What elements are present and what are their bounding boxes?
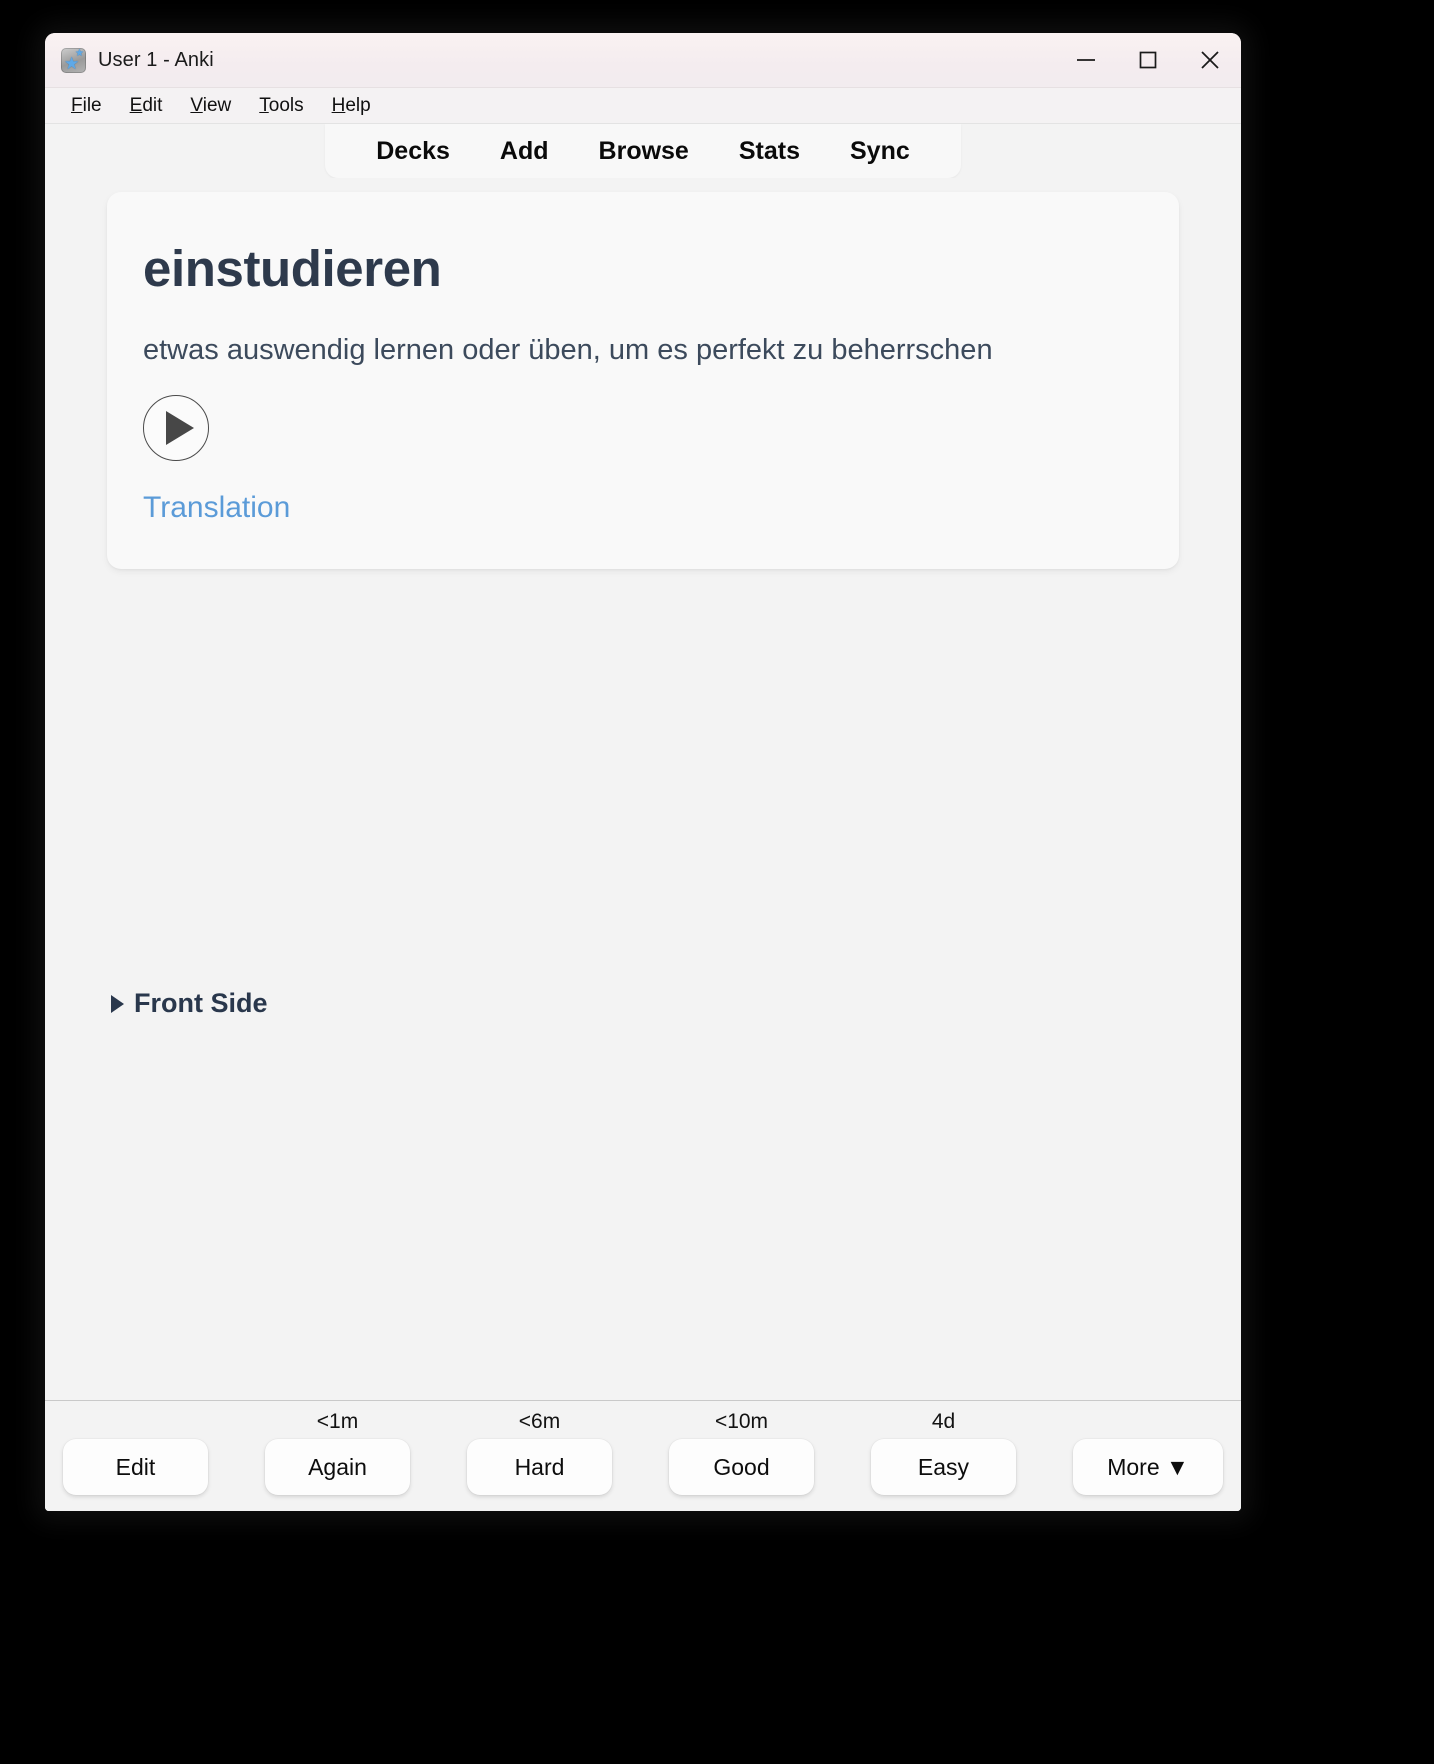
play-row bbox=[143, 395, 1143, 462]
window-titlebar: ★ ★ User 1 - Anki bbox=[45, 33, 1241, 88]
menu-item-file[interactable]: File bbox=[59, 92, 114, 120]
titlebar-left: ★ ★ User 1 - Anki bbox=[45, 47, 1055, 73]
menu-help-rest: elp bbox=[345, 94, 371, 116]
easy-button[interactable]: Easy bbox=[871, 1439, 1016, 1496]
menu-view-accel: V bbox=[190, 94, 203, 116]
translation-link[interactable]: Translation bbox=[143, 491, 290, 525]
menu-item-tools[interactable]: Tools bbox=[247, 92, 315, 120]
desktop-backdrop: ★ ★ User 1 - Anki File Edit View Tools H… bbox=[0, 0, 1434, 1764]
anki-star-big-icon: ★ bbox=[64, 53, 80, 73]
main-toolbar: Decks Add Browse Stats Sync bbox=[325, 124, 961, 178]
menu-item-view[interactable]: View bbox=[178, 92, 243, 120]
window-controls bbox=[1055, 33, 1241, 87]
minimize-icon bbox=[1077, 59, 1095, 61]
card-definition: etwas auswendig lernen oder üben, um es … bbox=[143, 333, 993, 366]
nav-item-browse[interactable]: Browse bbox=[574, 131, 714, 172]
menu-edit-rest: dit bbox=[142, 94, 163, 116]
nav-item-decks[interactable]: Decks bbox=[351, 131, 475, 172]
more-button[interactable]: More ▼ bbox=[1073, 1439, 1223, 1496]
answer-bar: Edit <1m Again <6m Hard <10m Good 4d Eas… bbox=[45, 1400, 1241, 1511]
menu-file-accel: F bbox=[71, 94, 83, 116]
close-icon bbox=[1201, 51, 1219, 69]
topnav-wrapper: Decks Add Browse Stats Sync bbox=[45, 124, 1241, 178]
maximize-icon bbox=[1139, 51, 1157, 69]
nav-item-add[interactable]: Add bbox=[475, 131, 574, 172]
edit-slot: Edit bbox=[63, 1409, 208, 1496]
card-word: einstudieren bbox=[143, 240, 442, 297]
close-button[interactable] bbox=[1179, 33, 1241, 87]
content-spacer bbox=[45, 1019, 1241, 1401]
menu-tools-accel: T bbox=[259, 94, 269, 116]
menu-bar: File Edit View Tools Help bbox=[45, 88, 1241, 124]
again-button[interactable]: Again bbox=[265, 1439, 410, 1496]
good-slot: <10m Good bbox=[669, 1409, 814, 1496]
again-interval: <1m bbox=[316, 1410, 359, 1434]
menu-item-help[interactable]: Help bbox=[320, 92, 383, 120]
good-interval: <10m bbox=[714, 1410, 769, 1434]
more-slot: More ▼ bbox=[1073, 1409, 1223, 1496]
again-slot: <1m Again bbox=[265, 1409, 410, 1496]
menu-item-edit[interactable]: Edit bbox=[118, 92, 175, 120]
anki-main-window: ★ ★ User 1 - Anki File Edit View Tools H… bbox=[45, 33, 1241, 1511]
play-audio-button[interactable] bbox=[143, 395, 209, 462]
flashcard: einstudieren etwas auswendig lernen oder… bbox=[107, 192, 1179, 570]
menu-view-rest: iew bbox=[202, 94, 232, 116]
edit-button[interactable]: Edit bbox=[63, 1439, 208, 1496]
minimize-button[interactable] bbox=[1055, 33, 1117, 87]
nav-item-sync[interactable]: Sync bbox=[825, 131, 935, 172]
nav-item-stats[interactable]: Stats bbox=[714, 131, 825, 172]
play-icon bbox=[166, 411, 194, 446]
maximize-button[interactable] bbox=[1117, 33, 1179, 87]
menu-edit-accel: E bbox=[129, 94, 143, 116]
menu-tools-rest: ools bbox=[268, 94, 304, 116]
hard-button[interactable]: Hard bbox=[467, 1439, 612, 1496]
menu-help-accel: H bbox=[331, 94, 346, 116]
card-scroll-area: einstudieren etwas auswendig lernen oder… bbox=[45, 178, 1241, 951]
menu-file-rest: ile bbox=[82, 94, 102, 116]
hard-interval: <6m bbox=[518, 1410, 561, 1434]
easy-slot: 4d Easy bbox=[871, 1409, 1016, 1496]
front-side-label: Front Side bbox=[134, 988, 268, 1019]
hard-slot: <6m Hard bbox=[467, 1409, 612, 1496]
main-content-area: Decks Add Browse Stats Sync einstudieren… bbox=[45, 124, 1241, 1511]
front-side-section-toggle[interactable]: Front Side bbox=[45, 950, 1241, 1020]
window-title: User 1 - Anki bbox=[98, 48, 214, 71]
triangle-right-icon bbox=[111, 994, 124, 1013]
good-button[interactable]: Good bbox=[669, 1439, 814, 1496]
easy-interval: 4d bbox=[931, 1410, 956, 1434]
anki-star-icon: ★ ★ bbox=[61, 47, 86, 73]
